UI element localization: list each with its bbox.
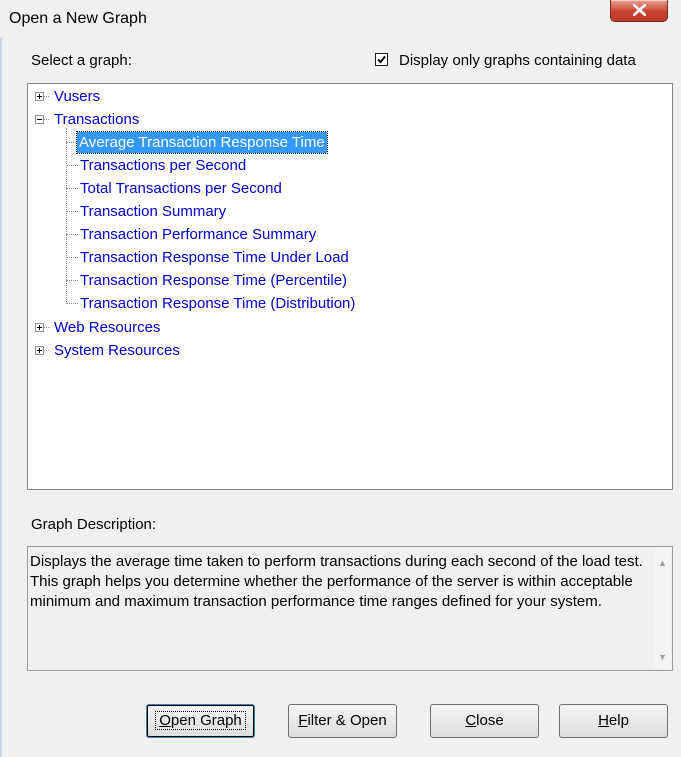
window-close-button[interactable]: [610, 0, 668, 22]
tree-node-transaction-response-time-distribution[interactable]: Transaction Response Time (Distribution): [80, 293, 355, 314]
tree-node-web-resources[interactable]: Web Resources: [54, 317, 160, 338]
tree-node-transaction-summary[interactable]: Transaction Summary: [80, 201, 226, 222]
tree-node-transaction-performance-summary[interactable]: Transaction Performance Summary: [80, 224, 316, 245]
tree-connector: [66, 257, 78, 258]
graph-description-label: Graph Description:: [31, 516, 157, 533]
tree-node-transaction-response-time-under-load[interactable]: Transaction Response Time Under Load: [80, 247, 349, 268]
graph-tree[interactable]: Vusers Transactions Average Transaction …: [27, 83, 673, 490]
help-button[interactable]: Help: [559, 704, 668, 738]
tree-node-average-transaction-response-time[interactable]: Average Transaction Response Time: [76, 131, 328, 154]
open-graph-button-label: Open Graph: [155, 711, 246, 730]
open-graph-label-rest: pen Graph: [170, 712, 242, 729]
description-scrollbar[interactable]: ▲ ▼: [654, 548, 671, 669]
window-frame: [0, 38, 2, 757]
tree-connector: [66, 188, 78, 189]
tree-node-transaction-response-time-percentile[interactable]: Transaction Response Time (Percentile): [80, 270, 347, 291]
filter-open-button[interactable]: Filter & Open: [288, 704, 397, 738]
select-graph-label: Select a graph:: [31, 52, 132, 69]
tree-connector: [44, 350, 49, 351]
tree-node-system-resources[interactable]: System Resources: [54, 340, 180, 361]
display-only-label[interactable]: Display only graphs containing data: [399, 52, 636, 69]
graph-description-box: Displays the average time taken to perfo…: [27, 546, 673, 671]
close-mnemonic: C: [465, 712, 477, 729]
tree-node-total-transactions-per-second[interactable]: Total Transactions per Second: [80, 178, 282, 199]
tree-connector: [66, 211, 78, 212]
checkmark-icon: [377, 55, 386, 64]
tree-node-vusers[interactable]: Vusers: [54, 86, 100, 107]
graph-description-text: Displays the average time taken to perfo…: [30, 553, 643, 610]
expand-web-resources-icon[interactable]: [35, 323, 44, 332]
tree-node-transactions-per-second[interactable]: Transactions per Second: [80, 155, 246, 176]
tree-connector: [66, 280, 78, 281]
close-label-rest: lose: [476, 712, 504, 729]
tree-connector: [44, 327, 49, 328]
filter-open-label-rest: ilter & Open: [307, 712, 387, 729]
tree-connector: [66, 234, 78, 235]
collapse-transactions-icon[interactable]: [35, 115, 44, 124]
open-graph-mnemonic: O: [159, 712, 171, 729]
tree-connector: [44, 96, 49, 97]
close-button[interactable]: Close: [430, 704, 539, 738]
scroll-down-arrow-icon[interactable]: ▼: [658, 653, 667, 662]
display-only-checkbox[interactable]: [375, 53, 388, 66]
tree-connector: [66, 165, 78, 166]
open-graph-button[interactable]: Open Graph: [146, 704, 255, 738]
window-title: Open a New Graph: [9, 10, 147, 27]
expand-vusers-icon[interactable]: [35, 92, 44, 101]
tree-connector: [66, 128, 67, 302]
scroll-up-arrow-icon[interactable]: ▲: [658, 559, 667, 568]
help-mnemonic: H: [598, 712, 609, 729]
close-x-icon: [633, 4, 646, 16]
expand-system-resources-icon[interactable]: [35, 346, 44, 355]
help-label-rest: elp: [608, 712, 629, 729]
tree-connector: [66, 303, 78, 304]
tree-node-transactions[interactable]: Transactions: [54, 109, 139, 130]
title-bar: Open a New Graph: [0, 0, 681, 38]
tree-connector: [44, 119, 49, 120]
